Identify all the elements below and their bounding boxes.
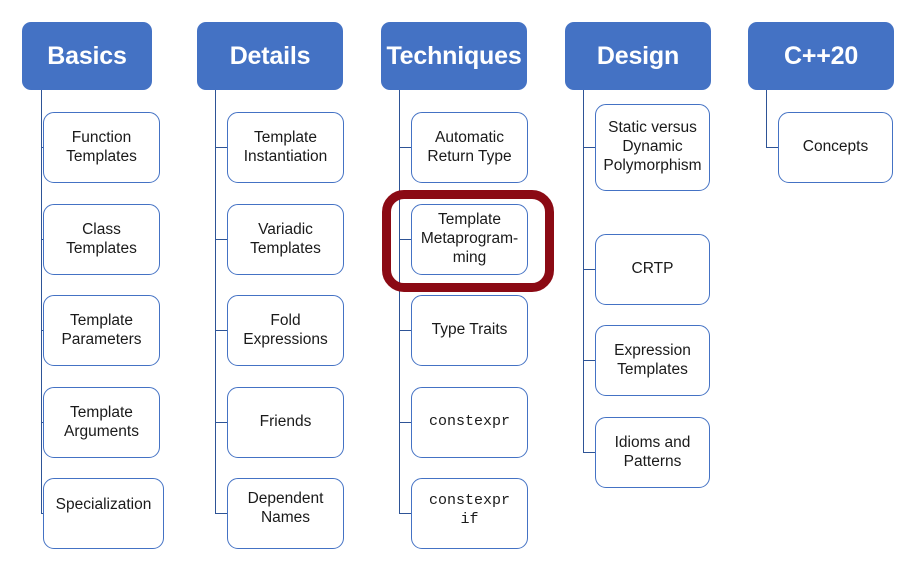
- node-crtp[interactable]: CRTP: [595, 234, 710, 305]
- node-automatic-return-type[interactable]: Automatic Return Type: [411, 112, 528, 183]
- node-label: Template Instantiation: [243, 128, 328, 165]
- node-concepts[interactable]: Concepts: [778, 112, 893, 183]
- node-label: Function Templates: [66, 128, 137, 165]
- node-label: Friends: [259, 413, 312, 431]
- node-label: Type Traits: [431, 321, 508, 339]
- node-constexpr[interactable]: constexpr: [411, 387, 528, 458]
- node-idioms-and-patterns[interactable]: Idioms and Patterns: [595, 417, 710, 488]
- node-label: Expression Templates: [614, 341, 691, 378]
- node-label: Idioms and Patterns: [614, 433, 691, 470]
- node-dependent-names[interactable]: Dependent Names: [227, 478, 344, 549]
- node-type-traits[interactable]: Type Traits: [411, 295, 528, 366]
- node-variadic-templates[interactable]: Variadic Templates: [227, 204, 344, 275]
- node-fold-expressions[interactable]: Fold Expressions: [227, 295, 344, 366]
- node-label: Specialization: [55, 496, 152, 514]
- node-label: Dependent Names: [247, 489, 324, 526]
- node-label: Class Templates: [66, 220, 137, 257]
- node-label: Template Metaprogram- ming: [420, 211, 519, 266]
- trunk-line-cpp20: [766, 90, 768, 147]
- node-label: Template Arguments: [64, 403, 139, 440]
- node-specialization[interactable]: Specialization: [43, 478, 164, 549]
- trunk-line-techniques: [399, 90, 401, 514]
- column-header-basics[interactable]: Basics: [22, 22, 152, 90]
- column-header-label: Details: [229, 41, 311, 70]
- column-header-design[interactable]: Design: [565, 22, 711, 90]
- column-header-label: C++20: [783, 41, 859, 70]
- node-label: Fold Expressions: [243, 311, 328, 348]
- node-class-templates[interactable]: Class Templates: [43, 204, 160, 275]
- column-header-details[interactable]: Details: [197, 22, 343, 90]
- node-friends[interactable]: Friends: [227, 387, 344, 458]
- node-expression-templates[interactable]: Expression Templates: [595, 325, 710, 396]
- node-label: constexpr if: [428, 492, 510, 528]
- node-static-versus-dynamic-polymorphism[interactable]: Static versus Dynamic Polymorphism: [595, 104, 710, 191]
- column-header-label: Techniques: [386, 41, 522, 70]
- column-header-label: Design: [596, 41, 680, 70]
- node-label: Concepts: [802, 138, 869, 156]
- node-template-arguments[interactable]: Template Arguments: [43, 387, 160, 458]
- column-header-techniques[interactable]: Techniques: [381, 22, 527, 90]
- node-function-templates[interactable]: Function Templates: [43, 112, 160, 183]
- node-constexpr-if[interactable]: constexpr if: [411, 478, 528, 549]
- trunk-line-design: [583, 90, 585, 453]
- node-template-parameters[interactable]: Template Parameters: [43, 295, 160, 366]
- node-template-metaprogramming[interactable]: Template Metaprogram- ming: [411, 204, 528, 275]
- node-label: constexpr: [428, 413, 510, 431]
- column-header-label: Basics: [47, 41, 127, 70]
- node-label: Template Parameters: [61, 311, 142, 348]
- node-label: Static versus Dynamic Polymorphism: [603, 119, 702, 174]
- trunk-line-details: [215, 90, 217, 514]
- mindmap-canvas: Basics Function Templates Class Template…: [0, 0, 907, 562]
- node-label: Automatic Return Type: [427, 128, 512, 165]
- node-template-instantiation[interactable]: Template Instantiation: [227, 112, 344, 183]
- column-header-cpp20[interactable]: C++20: [748, 22, 894, 90]
- node-label: CRTP: [631, 260, 674, 278]
- node-label: Variadic Templates: [250, 220, 321, 257]
